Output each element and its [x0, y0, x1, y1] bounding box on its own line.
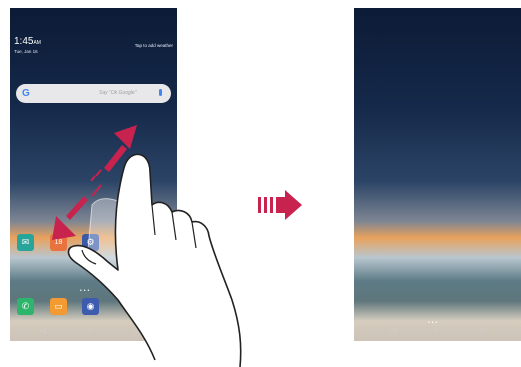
pinch-gesture-illustration: [52, 125, 242, 367]
